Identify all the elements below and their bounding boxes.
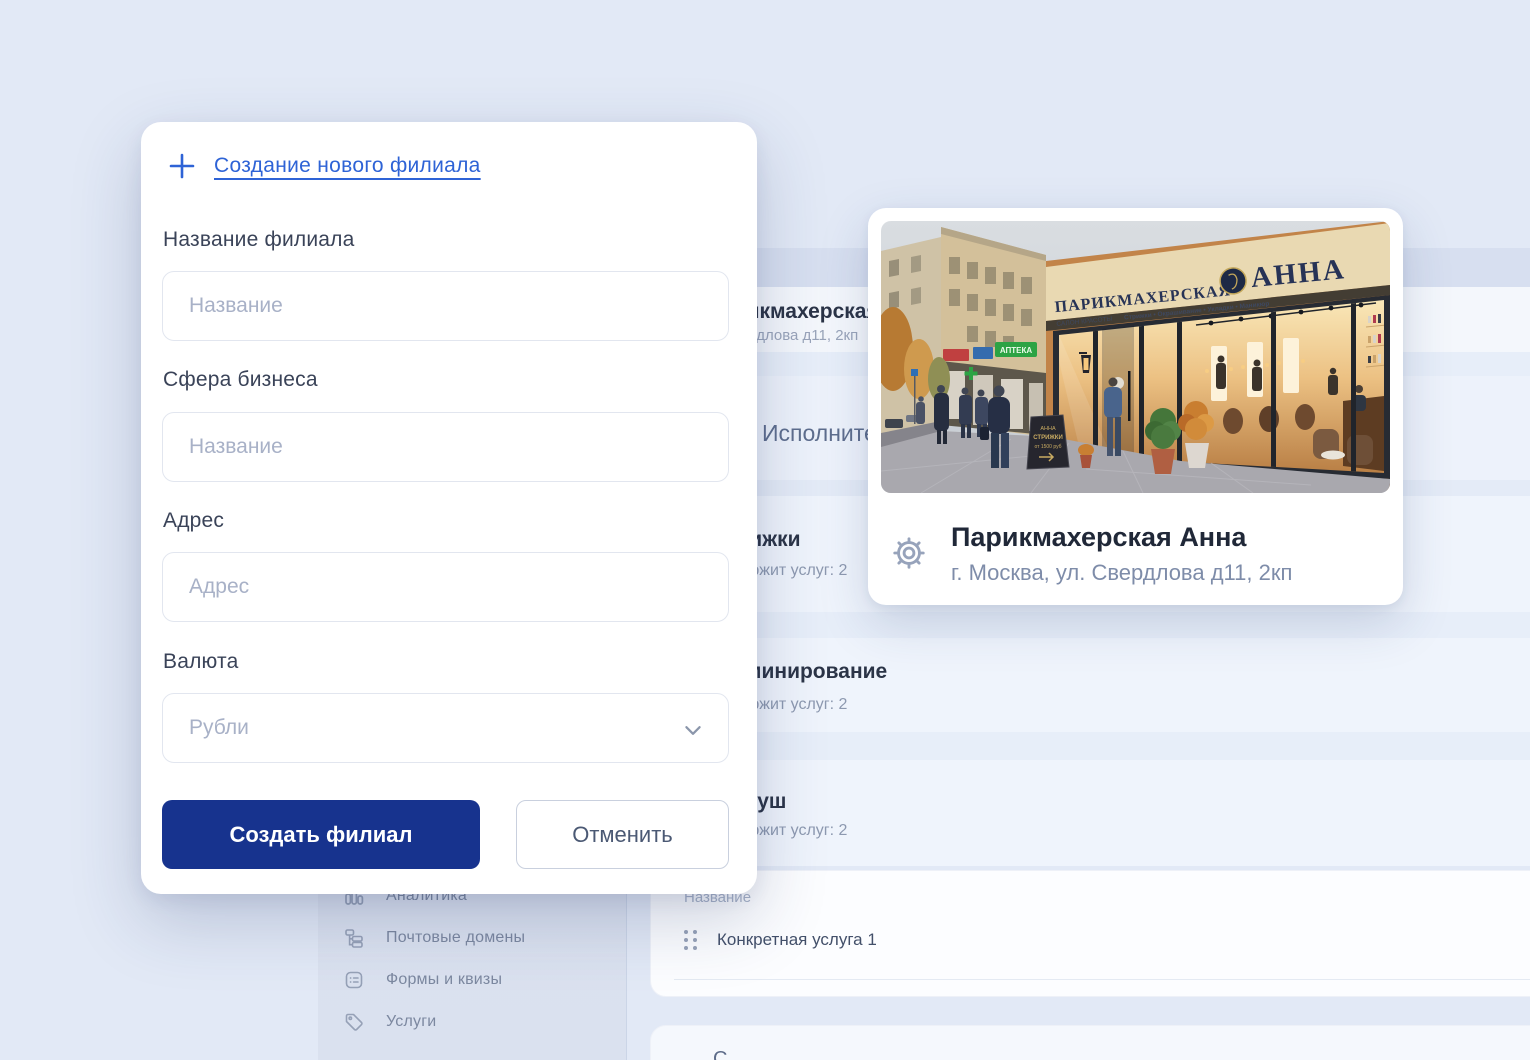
sidebar-item-label: Почтовые домены: [386, 929, 525, 947]
currency-select[interactable]: Рубли: [162, 693, 729, 763]
sidebar-item-forms-quizzes[interactable]: Формы и квизы: [318, 960, 626, 1000]
next-card-partial: С: [650, 1025, 1530, 1060]
sidebar-item-label: Формы и квизы: [386, 971, 502, 989]
cancel-button[interactable]: Отменить: [516, 800, 729, 869]
forms-quizzes-icon: [343, 969, 365, 991]
branch-card-title: Парикмахерская Анна: [951, 522, 1246, 553]
create-branch-modal: Создание нового филиала Название филиала…: [141, 122, 757, 894]
field-label-branch-name: Название филиала: [163, 228, 354, 252]
field-label-currency: Валюта: [163, 650, 239, 674]
drag-handle-icon[interactable]: [684, 930, 697, 950]
service-row[interactable]: Конкретная услуга 1: [674, 921, 1525, 959]
create-branch-button[interactable]: Создать филиал: [162, 800, 480, 869]
services-card: Название Конкретная услуга 1: [650, 870, 1530, 997]
services-icon: [343, 1011, 365, 1033]
aframe-line-1: АННА: [1040, 426, 1056, 432]
category-row-lamination[interactable]: Ламинирование Содержит услуг: 2: [650, 638, 1530, 732]
chevron-down-icon: [684, 723, 702, 734]
branch-card[interactable]: АПТЕКА ПАРИКМАХЕРСКАЯ АННА САЛОН КРАСОТЫ: [868, 208, 1403, 605]
plus-icon: [167, 151, 197, 181]
divider-band: [650, 612, 1530, 638]
divider: [674, 979, 1530, 980]
pharmacy-sign-text: АПТЕКА: [1000, 346, 1033, 355]
category-row-shower[interactable]: Душ Содержит услуг: 2: [650, 760, 1530, 866]
address-input[interactable]: [162, 552, 729, 622]
sidebar-item-services[interactable]: Услуги: [318, 1002, 626, 1042]
branch-name-input[interactable]: [162, 271, 729, 341]
aframe-line-3: от 1500 руб: [1034, 444, 1061, 450]
aframe-line-2: СТРИЖКИ: [1033, 435, 1063, 441]
divider-band: [650, 732, 1530, 760]
service-name: Конкретная услуга 1: [717, 930, 877, 950]
sidebar-item-mail-domains[interactable]: Почтовые домены: [318, 918, 626, 958]
branch-photo: АПТЕКА ПАРИКМАХЕРСКАЯ АННА САЛОН КРАСОТЫ: [881, 221, 1390, 493]
mail-domains-icon: [343, 927, 365, 949]
modal-title-link[interactable]: Создание нового филиала: [214, 154, 481, 178]
screen: Аналитика Почтовые домены Формы и квизы: [0, 0, 1530, 1060]
currency-select-value: Рубли: [189, 716, 684, 740]
gear-icon[interactable]: [890, 534, 928, 572]
field-label-business-sphere: Сфера бизнеса: [163, 368, 318, 392]
branch-card-address: г. Москва, ул. Свердлова д11, 2кп: [951, 560, 1292, 586]
next-card-partial-text: С: [713, 1048, 727, 1060]
sidebar-item-label: Услуги: [386, 1013, 436, 1031]
field-label-address: Адрес: [163, 509, 224, 533]
business-sphere-input[interactable]: [162, 412, 729, 482]
